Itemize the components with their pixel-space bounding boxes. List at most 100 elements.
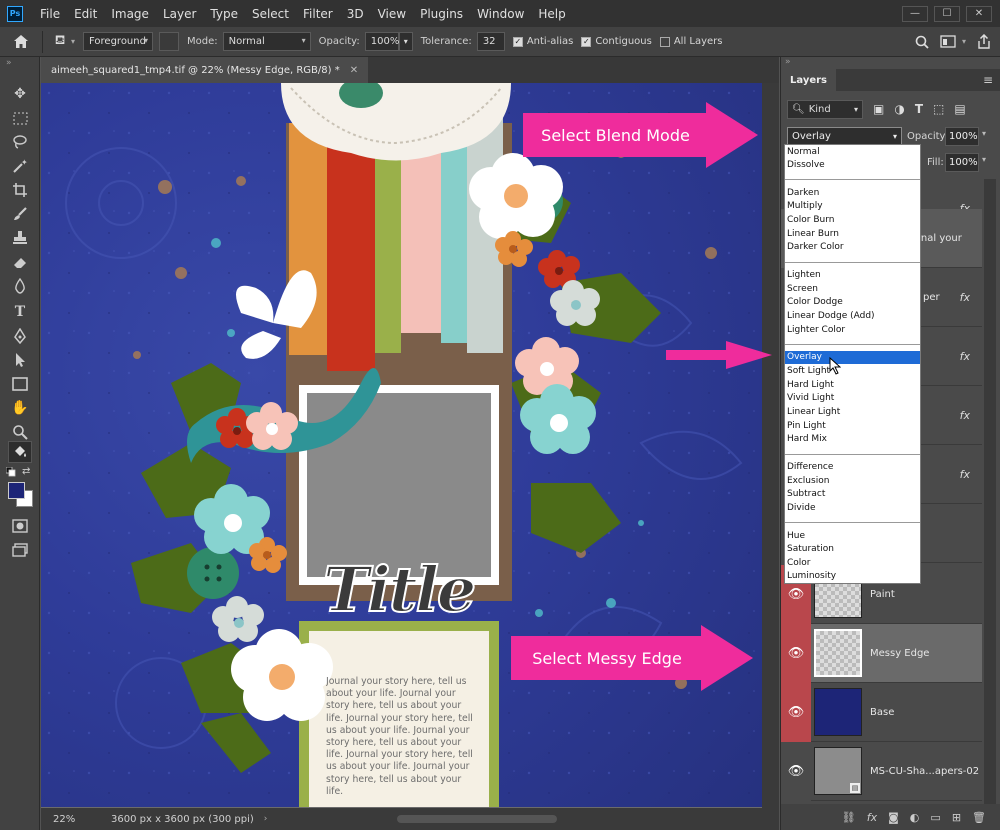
blend-option-normal[interactable]: Normal — [785, 146, 920, 159]
blend-option-hard-light[interactable]: Hard Light — [785, 379, 920, 392]
chevron-down-icon[interactable]: ▾ — [962, 37, 966, 46]
canvas-horizontal-scrollbar[interactable] — [397, 815, 558, 823]
eraser-tool-icon[interactable] — [8, 251, 32, 273]
collapse-toolbar-icon[interactable]: » — [6, 58, 12, 68]
antialias-checkbox[interactable]: ✓ Anti-alias — [512, 36, 573, 47]
blend-option-hue[interactable]: Hue — [785, 530, 920, 543]
blend-option-hard-mix[interactable]: Hard Mix — [785, 433, 920, 446]
contiguous-checkbox[interactable]: ✓ Contiguous — [581, 36, 652, 47]
home-icon[interactable] — [6, 34, 36, 49]
menu-edit[interactable]: Edit — [67, 7, 104, 21]
menu-plugins[interactable]: Plugins — [413, 7, 470, 21]
clone-stamp-tool-icon[interactable] — [8, 227, 32, 249]
blend-option-difference[interactable]: Difference — [785, 461, 920, 474]
workspace-icon[interactable] — [934, 35, 962, 48]
mode-dropdown[interactable]: Normal ▾ — [222, 32, 311, 51]
close-tab-icon[interactable]: ✕ — [350, 65, 358, 76]
document-canvas[interactable]: Title Journal your story here, tell us a… — [41, 83, 762, 807]
menu-type[interactable]: Type — [203, 7, 245, 21]
pattern-dropdown[interactable] — [159, 32, 180, 51]
default-colors-icon[interactable] — [5, 466, 16, 477]
chevron-right-icon[interactable]: › — [264, 814, 268, 824]
layer-row-base[interactable]: 👁︎ Base — [781, 682, 982, 742]
chevron-down-icon[interactable]: ▾ — [982, 155, 986, 164]
menu-filter[interactable]: Filter — [296, 7, 340, 21]
document-tab[interactable]: aimeeh_squared1_tmp4.tif @ 22% (Messy Ed… — [41, 57, 369, 83]
path-selection-tool-icon[interactable] — [8, 349, 32, 371]
effects-icon[interactable]: fx — [960, 291, 970, 304]
lasso-tool-icon[interactable] — [8, 131, 32, 153]
layer-opacity-input[interactable]: 100% — [945, 127, 979, 146]
opacity-input[interactable]: 100% — [364, 32, 399, 51]
paint-bucket-tool-icon[interactable]: ⛾ — [49, 33, 71, 50]
blend-option-lighten[interactable]: Lighten — [785, 269, 920, 282]
blend-option-exclusion[interactable]: Exclusion — [785, 475, 920, 488]
delete-layer-icon[interactable]: 🗑︎ — [972, 811, 986, 824]
close-window-button[interactable]: ✕ — [966, 5, 992, 22]
chevron-down-icon[interactable]: ▾ — [982, 129, 986, 138]
blend-option-screen[interactable]: Screen — [785, 283, 920, 296]
pixel-filter-icon[interactable]: ▣ — [873, 102, 884, 116]
quick-mask-icon[interactable] — [8, 515, 32, 537]
screen-mode-icon[interactable] — [8, 539, 32, 561]
shape-filter-icon[interactable]: ⬚ — [933, 102, 944, 116]
crop-tool-icon[interactable] — [8, 179, 32, 201]
blend-option-linear-burn[interactable]: Linear Burn — [785, 228, 920, 241]
blend-option-darker-color[interactable]: Darker Color — [785, 241, 920, 254]
blend-option-color-burn[interactable]: Color Burn — [785, 214, 920, 227]
add-mask-icon[interactable]: ◙ — [888, 811, 899, 824]
fill-source-dropdown[interactable]: Foreground ▾ — [83, 32, 154, 51]
new-adjustment-icon[interactable]: ◐ — [910, 811, 920, 824]
eye-icon[interactable]: 👁︎ — [781, 682, 811, 742]
move-tool-icon[interactable]: ✥ — [8, 83, 32, 105]
menu-layer[interactable]: Layer — [156, 7, 203, 21]
effects-icon[interactable]: fx — [960, 409, 970, 422]
maximize-button[interactable]: ☐ — [934, 5, 960, 22]
adjustment-filter-icon[interactable]: ◑ — [894, 102, 904, 116]
blend-option-dissolve[interactable]: Dissolve — [785, 159, 920, 172]
all-layers-checkbox[interactable]: All Layers — [659, 36, 723, 47]
blend-option-linear-light[interactable]: Linear Light — [785, 406, 920, 419]
blur-tool-icon[interactable] — [8, 275, 32, 297]
brush-tool-icon[interactable] — [8, 203, 32, 225]
eye-icon[interactable]: 👁︎ — [781, 741, 811, 801]
magic-wand-tool-icon[interactable]: ✦ — [8, 155, 32, 177]
effects-icon[interactable]: fx — [960, 468, 970, 481]
hand-tool-icon[interactable]: ✋ — [8, 397, 32, 419]
menu-3d[interactable]: 3D — [340, 7, 371, 21]
zoom-tool-icon[interactable] — [8, 421, 32, 443]
blend-option-vivid-light[interactable]: Vivid Light — [785, 392, 920, 405]
layer-filter-dropdown[interactable]: 🔍︎ Kind ▾ — [787, 100, 863, 119]
foreground-color-swatch[interactable] — [8, 482, 25, 499]
layer-row-paper[interactable]: 👁︎ ▤ MS-CU-Sha...apers-02 — [781, 741, 982, 801]
blend-option-saturation[interactable]: Saturation — [785, 543, 920, 556]
blend-option-darken[interactable]: Darken — [785, 187, 920, 200]
blend-option-soft-light[interactable]: Soft Light — [785, 365, 920, 378]
opacity-dropdown[interactable]: ▾ — [398, 32, 413, 51]
link-layers-icon[interactable]: ⛓︎ — [842, 811, 856, 824]
type-tool-icon[interactable]: T — [8, 301, 32, 323]
effects-icon[interactable]: fx — [960, 350, 970, 363]
layers-tab[interactable]: Layers — [781, 69, 836, 91]
chevron-down-icon[interactable]: ▾ — [71, 37, 75, 46]
smartobject-filter-icon[interactable]: ▤ — [954, 102, 965, 116]
layer-row-messy-edge[interactable]: 👁︎ Messy Edge — [781, 623, 982, 683]
swap-colors-icon[interactable]: ⇄ — [22, 466, 30, 477]
blend-option-linear-dodge[interactable]: Linear Dodge (Add) — [785, 310, 920, 323]
blend-option-color-dodge[interactable]: Color Dodge — [785, 296, 920, 309]
blend-option-pin-light[interactable]: Pin Light — [785, 420, 920, 433]
layers-scrollbar[interactable] — [984, 179, 996, 804]
blend-option-overlay[interactable]: Overlay — [785, 351, 920, 364]
menu-view[interactable]: View — [371, 7, 413, 21]
rectangle-tool-icon[interactable] — [8, 373, 32, 395]
canvas-vertical-scrollbar[interactable] — [762, 83, 779, 808]
blend-option-luminosity[interactable]: Luminosity — [785, 570, 920, 583]
minimize-button[interactable]: — — [902, 5, 928, 22]
pen-tool-icon[interactable] — [8, 325, 32, 347]
search-icon[interactable] — [910, 35, 934, 49]
blend-option-divide[interactable]: Divide — [785, 502, 920, 515]
share-icon[interactable] — [972, 34, 996, 49]
menu-help[interactable]: Help — [531, 7, 572, 21]
menu-window[interactable]: Window — [470, 7, 531, 21]
paint-bucket-tool-icon[interactable] — [8, 441, 32, 463]
